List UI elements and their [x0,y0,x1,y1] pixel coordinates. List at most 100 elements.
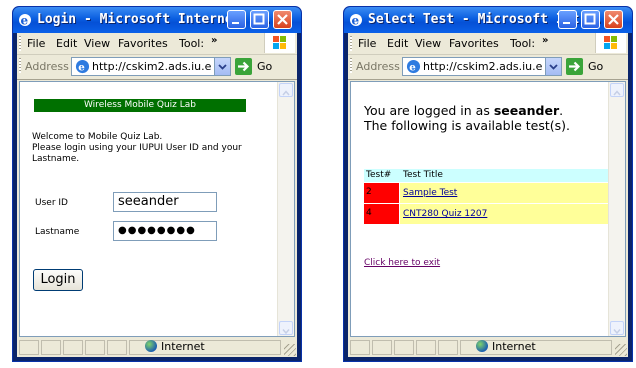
internet-globe-icon [476,340,488,352]
window-frame: File Edit View Favorites Tool: » Address… [348,33,628,357]
vertical-scrollbar[interactable] [277,82,294,336]
page-content: You are logged in as seeander. The follo… [350,81,626,337]
page-banner: Wireless Mobile Quiz Lab [34,99,246,112]
status-pane [19,340,39,355]
menu-tools[interactable]: Tool: [510,37,540,50]
test-link-sample-test[interactable]: Sample Test [403,188,457,198]
address-label: Address [356,60,400,73]
menu-bar: File Edit View Favorites Tool: » [17,33,297,55]
resize-grip[interactable] [615,344,627,356]
chevron-up-icon [282,90,290,96]
status-pane [394,340,414,355]
zone-label: Internet [492,340,536,353]
address-dropdown-button[interactable] [545,58,561,75]
security-zone: Internet [476,340,536,353]
security-zone: Internet [145,340,205,353]
chevron-up-icon [613,90,621,96]
minimize-icon [232,22,239,24]
column-header-test-number: Test# [366,170,392,180]
close-button[interactable] [604,10,623,29]
go-button[interactable] [566,58,583,75]
ie-page-icon: e [75,59,90,74]
status-pane [63,340,83,355]
close-button[interactable] [273,10,292,29]
windows-flag-icon [273,36,286,49]
ie-logo-icon: e [350,14,362,28]
status-pane [416,340,436,355]
arrow-right-icon [569,61,581,72]
maximize-icon [584,13,596,25]
vertical-scrollbar[interactable] [608,82,625,336]
menu-edit[interactable]: Edit [56,37,77,50]
chevron-down-icon [218,64,227,70]
test-number: 4 [366,208,372,218]
chevron-down-icon [549,64,558,70]
status-pane [372,340,392,355]
go-button[interactable] [235,58,252,75]
chevron-more-icon[interactable]: » [211,35,217,46]
close-icon [608,14,619,25]
lastname-label: Lastname [35,227,80,237]
menu-tools[interactable]: Tool: [179,37,209,50]
logged-in-suffix: . [559,103,564,118]
test-number: 2 [366,187,372,197]
chevron-more-icon[interactable]: » [542,35,548,46]
menu-edit[interactable]: Edit [387,37,408,50]
login-button[interactable]: Login [33,269,83,291]
test-link-cnt280-quiz[interactable]: CNT280 Quiz 1207 [403,209,487,219]
address-bar: Address e http://cskim2.ads.iu.edu Go [17,55,297,80]
menu-file[interactable]: File [358,37,376,50]
go-label[interactable]: Go [588,60,603,73]
menu-file[interactable]: File [27,37,45,50]
logged-in-message: You are logged in as seeander. [364,103,563,118]
menu-favorites[interactable]: Favorites [118,37,168,50]
title-bar[interactable]: e Select Test - Microsoft Int... [344,7,632,33]
maximize-button[interactable] [581,10,600,29]
status-pane [438,340,458,355]
menu-view[interactable]: View [84,37,110,50]
windows-logo [264,33,295,53]
minimize-button[interactable] [227,10,246,29]
instructions-line-2: Lastname. [32,154,80,164]
window-frame: File Edit View Favorites Tool: » Address… [17,33,297,357]
address-url: http://cskim2.ads.iu.edu [423,60,543,73]
svg-text:e: e [78,62,85,74]
chevron-down-icon [613,329,621,335]
internet-globe-icon [145,340,157,352]
windows-logo [595,33,626,53]
chevron-down-icon [282,329,290,335]
user-id-label: User ID [35,198,68,208]
ie-logo-icon: e [19,14,31,28]
logged-in-prefix: You are logged in as [364,103,494,118]
toolbar-grip[interactable] [350,36,352,51]
address-input[interactable]: e http://cskim2.ads.iu.edu [402,57,562,76]
svg-text:e: e [352,14,360,28]
status-pane [107,340,127,355]
maximize-button[interactable] [250,10,269,29]
resize-grip[interactable] [284,344,296,356]
toolbar-grip[interactable] [19,58,21,73]
table-row: 2 Sample Test [364,183,609,203]
title-bar[interactable]: e Login - Microsoft Internet ... [13,7,301,33]
address-input[interactable]: e http://cskim2.ads.iu.edu [71,57,231,76]
menu-favorites[interactable]: Favorites [449,37,499,50]
address-url: http://cskim2.ads.iu.edu [92,60,212,73]
status-pane [85,340,105,355]
go-label[interactable]: Go [257,60,272,73]
address-dropdown-button[interactable] [214,58,230,75]
menu-view[interactable]: View [415,37,441,50]
toolbar-grip[interactable] [350,58,352,73]
zone-label: Internet [161,340,205,353]
instructions-line-1: Please login using your IUPUI User ID an… [32,143,242,153]
exit-link[interactable]: Click here to exit [364,258,440,268]
minimize-icon [563,22,570,24]
minimize-button[interactable] [558,10,577,29]
lastname-password-input[interactable]: ●●●●●●●● [113,221,217,241]
user-id-input[interactable]: seeander [113,192,217,212]
scroll-down-button[interactable] [279,321,293,335]
test-title-cell: CNT280 Quiz 1207 [400,204,609,224]
scroll-up-button[interactable] [610,83,624,97]
scroll-down-button[interactable] [610,321,624,335]
toolbar-grip[interactable] [19,36,21,51]
scroll-up-button[interactable] [279,83,293,97]
